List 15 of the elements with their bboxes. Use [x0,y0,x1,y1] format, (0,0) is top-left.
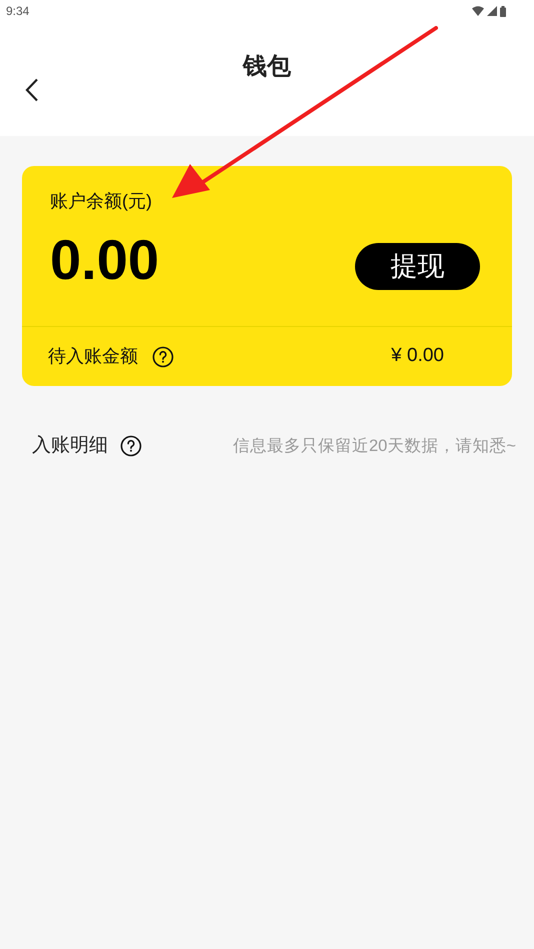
status-time: 9:34 [6,3,30,20]
details-title: 入账明细 [32,434,108,458]
wifi-icon [472,6,484,16]
retention-note: 信息最多只保留近20天数据，请知悉~ [233,436,516,457]
signal-icon [487,6,497,16]
battery-icon [500,6,506,16]
balance-label: 账户余额(元) [50,190,153,213]
back-icon [25,78,39,102]
withdraw-button[interactable]: 提现 [355,242,480,290]
pending-amount: ¥ 0.00 [391,344,444,368]
help-icon[interactable] [152,346,174,368]
help-icon[interactable] [120,435,142,458]
pending-label: 待入账金额 [48,345,138,368]
page-title: 钱包 [243,52,291,82]
balance-amount: 0.00 [50,228,159,292]
